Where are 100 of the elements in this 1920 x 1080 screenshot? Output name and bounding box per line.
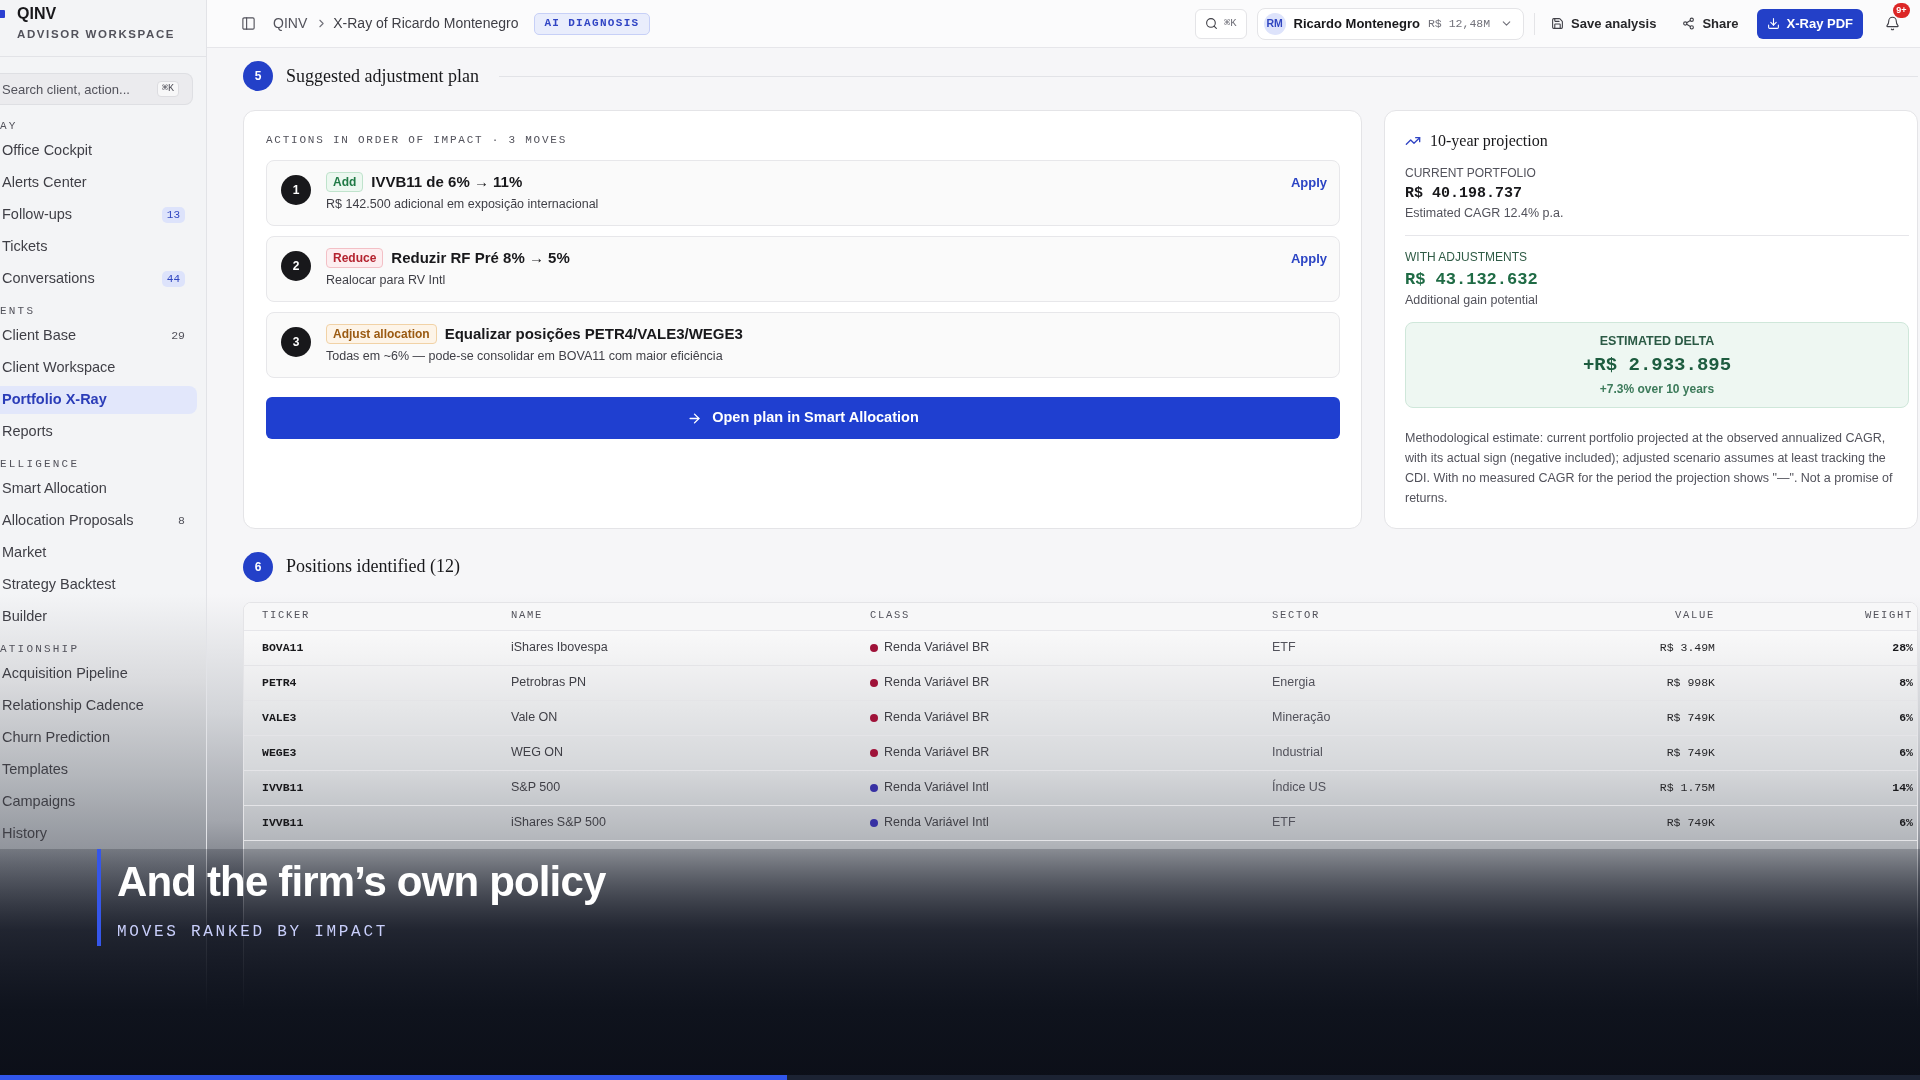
table-cell-text: 14% <box>1891 779 1914 796</box>
search-button[interactable]: ⌘K <box>1194 8 1247 39</box>
logo-icon <box>0 10 5 18</box>
count-badge: 44 <box>161 271 185 287</box>
table-cell-text: 6% <box>1898 744 1914 761</box>
table-cell-text: R$ 749K <box>1665 709 1716 726</box>
metric-value: R$ 43.132.632 <box>1405 269 1539 291</box>
disclaimer-text: Methodological estimate: current portfolio projected at the observed annualized CAGR, with its actual sign (negative included); adjusted scenario assumes at least tracking the CDI. With no measured CAGR for the period the projection shows "—". Not a promise of returns. <box>1405 430 1894 507</box>
nav-item[interactable]: Reports <box>0 418 197 446</box>
action-detail: R$ 142.500 adicional em exposição internacional <box>326 196 600 212</box>
metric-value: R$ 40.198.737 <box>1405 184 1524 204</box>
notifications-button[interactable] <box>1885 16 1900 31</box>
column-header: TICKER <box>261 608 311 624</box>
nav-item[interactable]: Strategy Backtest <box>0 571 197 599</box>
table-cell-text: Renda Variável Intl <box>884 779 989 797</box>
breadcrumb-link[interactable]: QINV <box>273 13 308 34</box>
nav-item[interactable]: Market <box>0 539 197 567</box>
nav-item[interactable]: Follow-ups 13 <box>0 201 197 229</box>
metric-note: Estimated CAGR 12.4% p.a. <box>1405 205 1565 221</box>
action-detail: Realocar para RV Intl <box>326 272 447 288</box>
action-tag: Add <box>326 172 364 192</box>
notification-badge: 9+ <box>1893 3 1910 18</box>
section-title: Positions identified (12) <box>286 555 460 579</box>
rank-number: 2 <box>281 251 311 281</box>
table-cell-text: Renda Variável BR <box>884 709 990 727</box>
table-cell-text: Renda Variável BR <box>884 674 990 692</box>
table-cell-text: R$ 749K <box>1665 744 1716 761</box>
nav-item[interactable]: Conversations 44 <box>0 265 197 293</box>
nav-item[interactable]: Allocation Proposals 8 <box>0 507 197 535</box>
primary-button[interactable]: X-Ray PDF <box>1756 8 1863 39</box>
item-count: 8 <box>178 513 185 529</box>
table-cell-text: Renda Variável Intl <box>884 814 989 832</box>
table-cell-text: Renda Variável BR <box>884 744 990 762</box>
nav-section-label: ELLIGENCE <box>0 457 81 471</box>
client-selector[interactable]: RM Ricardo Montenegro R$ 12,48M <box>1256 7 1525 40</box>
step-number: 5 <box>243 61 273 91</box>
rank-number: 1 <box>281 175 311 205</box>
table-cell-text: Mineração <box>1271 709 1332 727</box>
delta-note: +7.3% over 10 years <box>1599 381 1715 397</box>
diagnosis-tag: AI DIAGNOSIS <box>534 12 650 35</box>
nav-item[interactable]: Alerts Center <box>0 169 197 197</box>
metric-label: WITH ADJUSTMENTS <box>1405 249 1528 265</box>
projection-title: 10-year projection <box>1430 131 1548 152</box>
nav-item[interactable]: Office Cockpit <box>0 137 197 165</box>
nav-item[interactable]: Campaigns <box>0 788 197 816</box>
caption-subtitle: MOVES RANKED BY IMPACT <box>117 922 390 943</box>
brand-subtitle: ADVISOR WORKSPACE <box>17 27 176 42</box>
count-badge: 13 <box>161 207 185 223</box>
nav-section-label: ATIONSHIP <box>0 642 81 656</box>
nav-section-label: AY <box>0 119 19 133</box>
toolbar-button[interactable]: Share <box>1672 8 1749 39</box>
nav-item[interactable]: Client Workspace <box>0 354 197 382</box>
table-cell-text: 6% <box>1898 814 1914 831</box>
sidebar-toggle-button[interactable] <box>241 16 256 31</box>
step-number: 6 <box>243 551 273 582</box>
table-cell-text: Industrial <box>1271 744 1324 762</box>
table-cell-text: S&P 500 <box>510 779 562 797</box>
column-header: CLASS <box>869 608 911 624</box>
ticker-cell-text: WEGE3 <box>261 744 298 761</box>
nav-item[interactable]: History <box>0 820 197 848</box>
client-avatar: RM <box>1263 12 1286 35</box>
action-detail: Todas em ~6% — pode-se consolidar em BOVA11 com maior eficiência <box>326 348 724 364</box>
nav-item[interactable]: Portfolio X-Ray <box>0 386 197 414</box>
action-title: IVVB11 de 6% → 11% <box>371 172 523 192</box>
table-cell-text: ETF <box>1271 814 1297 832</box>
column-header: SECTOR <box>1271 608 1321 624</box>
nav-item[interactable]: Acquisition Pipeline <box>0 660 197 688</box>
bell-icon <box>1885 16 1900 31</box>
metric-label: CURRENT PORTFOLIO <box>1405 165 1537 181</box>
share-icon <box>1682 17 1696 30</box>
nav-item[interactable]: Churn Prediction <box>0 724 197 752</box>
apply-link[interactable]: Apply <box>1290 250 1327 268</box>
column-header: NAME <box>510 608 544 624</box>
column-header: VALUE <box>1674 608 1716 624</box>
item-count: 29 <box>171 328 185 344</box>
brand-name: QINV <box>17 4 58 24</box>
table-cell-text: Petrobras PN <box>510 674 588 692</box>
open-plan-button[interactable]: Open plan in Smart Allocation <box>266 397 1340 439</box>
rank-number: 3 <box>281 327 311 357</box>
ticker-cell-text: VALE3 <box>261 709 298 726</box>
nav-item[interactable]: Relationship Cadence <box>0 692 197 720</box>
column-header: WEIGHT <box>1864 608 1914 624</box>
search-icon <box>1204 17 1218 30</box>
table-cell-text: R$ 749K <box>1665 814 1716 831</box>
ticker-cell-text: IVVB11 <box>261 779 305 796</box>
apply-link[interactable]: Apply <box>1290 174 1327 192</box>
table-cell-text: iShares S&P 500 <box>510 814 607 832</box>
toolbar-button[interactable]: Save analysis <box>1541 8 1667 39</box>
nav-item[interactable]: Client Base 29 <box>0 322 197 350</box>
nav-item[interactable]: Smart Allocation <box>0 475 197 503</box>
shortcut-hint: ⌘K <box>156 81 179 97</box>
ticker-cell-text: PETR4 <box>261 674 298 691</box>
nav-item[interactable]: Builder <box>0 603 197 631</box>
table-cell-text: 6% <box>1898 709 1914 726</box>
sidebar-icon <box>241 16 256 31</box>
nav-item[interactable]: Templates <box>0 756 197 784</box>
table-cell-text: WEG ON <box>510 744 565 762</box>
ticker-cell-text: BOVA11 <box>261 639 305 656</box>
nav-item[interactable]: Tickets <box>0 233 197 261</box>
section-title: Suggested adjustment plan <box>286 64 479 88</box>
